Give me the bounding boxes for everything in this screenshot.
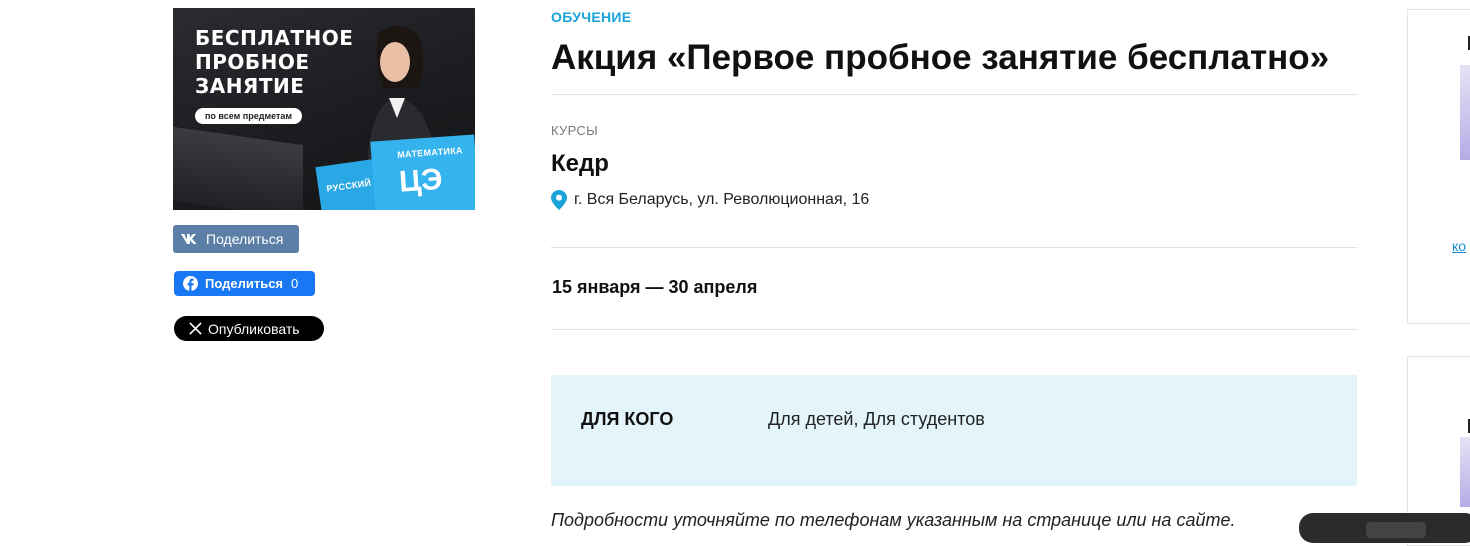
organization-name-link[interactable]: Кедр	[551, 150, 609, 178]
x-post-button[interactable]: Опубликовать	[174, 316, 324, 341]
floating-toolbar[interactable]	[1299, 513, 1470, 543]
x-post-label: Опубликовать	[208, 320, 300, 337]
facebook-share-label: Поделиться	[205, 276, 284, 291]
facebook-share-count: 0	[291, 276, 299, 291]
facebook-share-button[interactable]: Поделиться 0	[174, 271, 315, 296]
event-category-link[interactable]: ОБУЧЕНИЕ	[551, 9, 631, 25]
event-description-note: Подробности уточняйте по телефонам указа…	[551, 510, 1236, 530]
organization-address: г. Вся Беларусь, ул. Революционная, 16	[551, 190, 869, 210]
poster-title: БЕСПЛАТНОЕ ПРОБНОЕ ЗАНЯТИЕ	[195, 26, 354, 98]
book-russian-label: РУССКИЙ	[325, 177, 372, 194]
book-big-letters: ЦЭ	[398, 162, 444, 199]
address-text: г. Вся Беларусь, ул. Революционная, 16	[574, 191, 870, 208]
vk-icon	[181, 234, 197, 244]
audience-label: ДЛЯ КОГО	[581, 409, 674, 429]
location-pin-icon	[551, 190, 567, 210]
toolbar-item[interactable]	[1366, 522, 1426, 538]
sidebar-card-image	[1460, 437, 1470, 507]
divider	[551, 247, 1357, 248]
sidebar-card-link[interactable]: ко	[1452, 238, 1466, 254]
vk-share-button[interactable]: Поделиться	[173, 225, 299, 253]
audience-value: Для детей, Для студентов	[768, 409, 985, 429]
sidebar-card[interactable]: ко	[1407, 9, 1470, 324]
sidebar-card-image	[1460, 65, 1470, 160]
book-math-label: МАТЕМАТИКА	[396, 145, 464, 160]
audience-info-box: ДЛЯ КОГО Для детей, Для студентов	[551, 375, 1357, 486]
x-logo-icon	[189, 322, 202, 335]
facebook-icon	[183, 276, 198, 291]
event-title: Акция «Первое пробное занятие бесплатно»	[551, 38, 1330, 77]
poster-pill: по всем предметам	[195, 108, 303, 124]
vk-share-label: Поделиться	[206, 231, 284, 247]
event-dates: 15 января — 30 апреля	[552, 277, 758, 297]
poster-laptop-shape	[173, 126, 303, 210]
divider	[551, 329, 1357, 330]
event-poster-image: БЕСПЛАТНОЕ ПРОБНОЕ ЗАНЯТИЕ по всем предм…	[173, 8, 475, 210]
organization-type: КУРСЫ	[551, 123, 598, 138]
poster-book-math: МАТЕМАТИКА ЦЭ	[370, 134, 475, 210]
divider	[551, 94, 1357, 95]
